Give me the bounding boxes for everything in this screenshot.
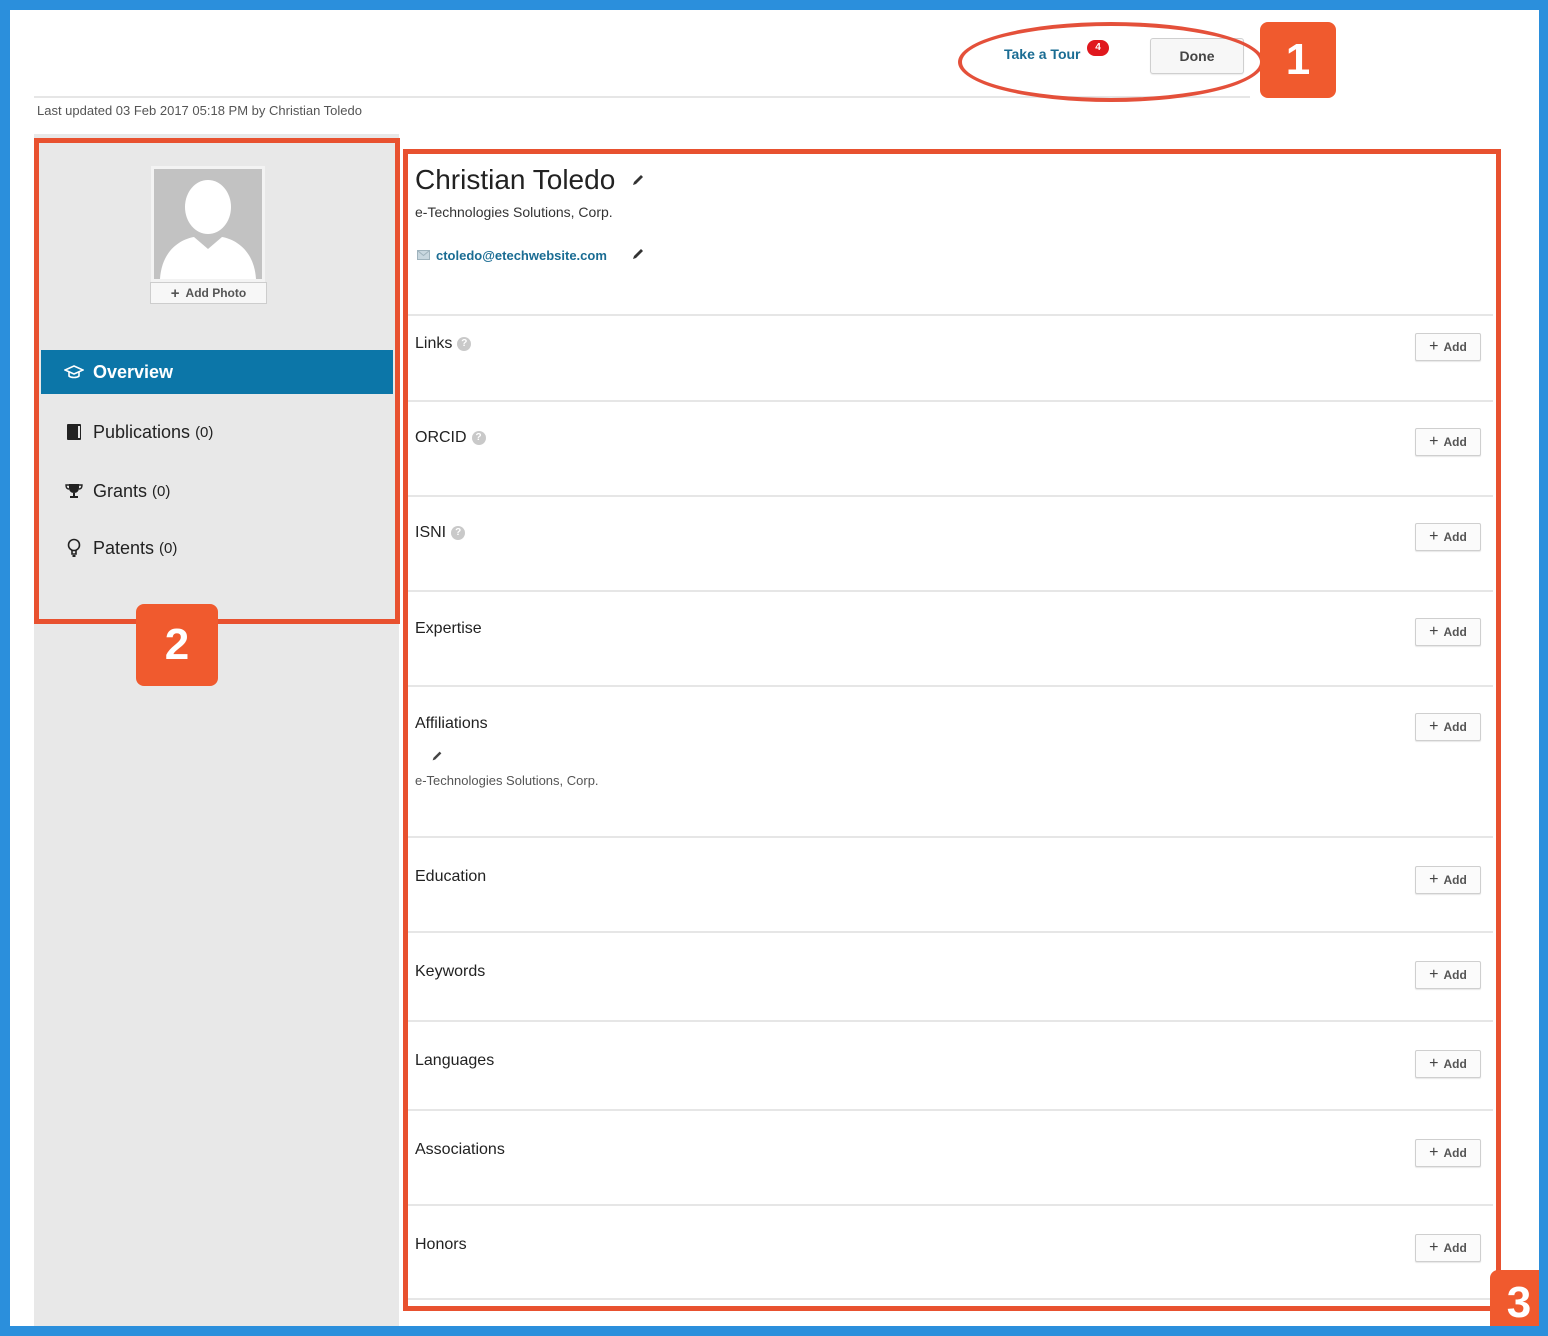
annotation-ellipse — [958, 22, 1264, 102]
callout-2: 2 — [136, 604, 218, 686]
callout-1: 1 — [1260, 22, 1336, 98]
annotation-box-3 — [403, 149, 1501, 1311]
callout-3: 3 — [1490, 1270, 1548, 1336]
last-updated-text: Last updated 03 Feb 2017 05:18 PM by Chr… — [37, 103, 362, 118]
annotation-box-2 — [34, 138, 400, 624]
